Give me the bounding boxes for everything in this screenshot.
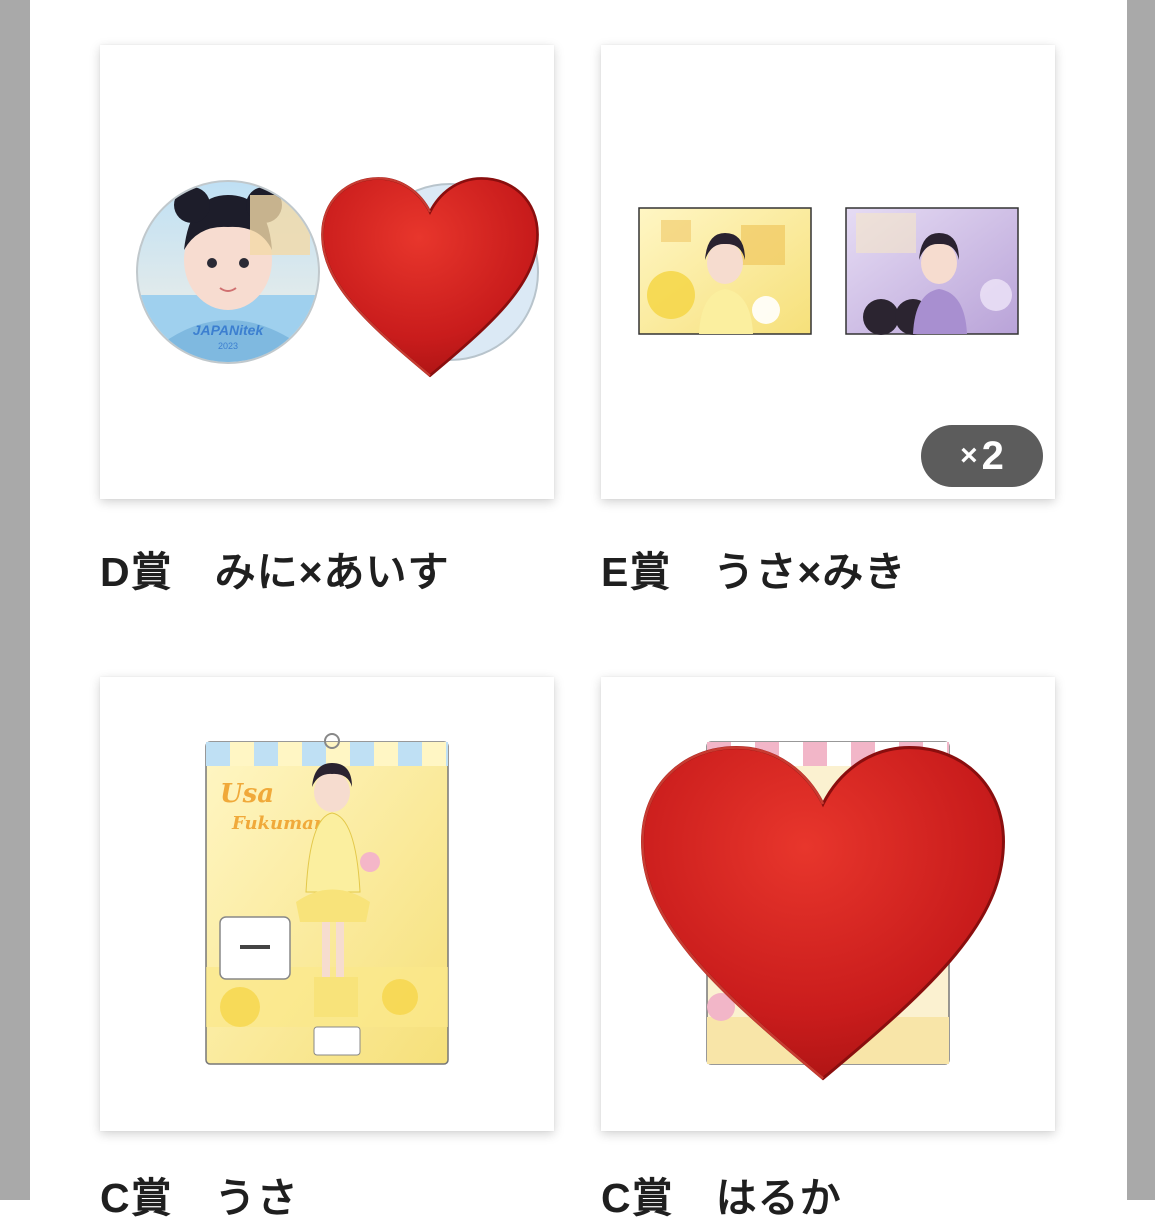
heart-icon [321, 177, 539, 378]
prize-label-d: D賞 みに×あいす [100, 549, 450, 595]
right-gutter [1127, 0, 1155, 1200]
left-gutter [0, 0, 30, 1200]
heart-icon [641, 746, 1005, 1081]
badge-logo-text: JAPANitek [193, 322, 265, 338]
prize-card-c-usa[interactable]: Usa Fukumaru [100, 677, 554, 1131]
prize-card-e[interactable]: × 2 [601, 45, 1055, 499]
prize-label-e: E賞 うさ×みき [601, 549, 907, 595]
badge-count: 2 [981, 433, 1004, 478]
prize-card-d[interactable]: JAPANitek 2023 [100, 45, 554, 499]
quantity-badge: × 2 [921, 425, 1043, 487]
acrylic-stand-image: Usa Fukumaru [205, 733, 449, 1065]
badge-year-text: 2023 [218, 341, 238, 351]
badge-times-symbol: × [960, 439, 978, 472]
prize-card-c-haruka[interactable] [601, 677, 1055, 1131]
prize-label-c-haruka: C賞 はるか [601, 1175, 842, 1221]
stand-name-text: Usa [220, 779, 274, 809]
prize-label-c-usa: C賞 うさ [100, 1175, 299, 1221]
